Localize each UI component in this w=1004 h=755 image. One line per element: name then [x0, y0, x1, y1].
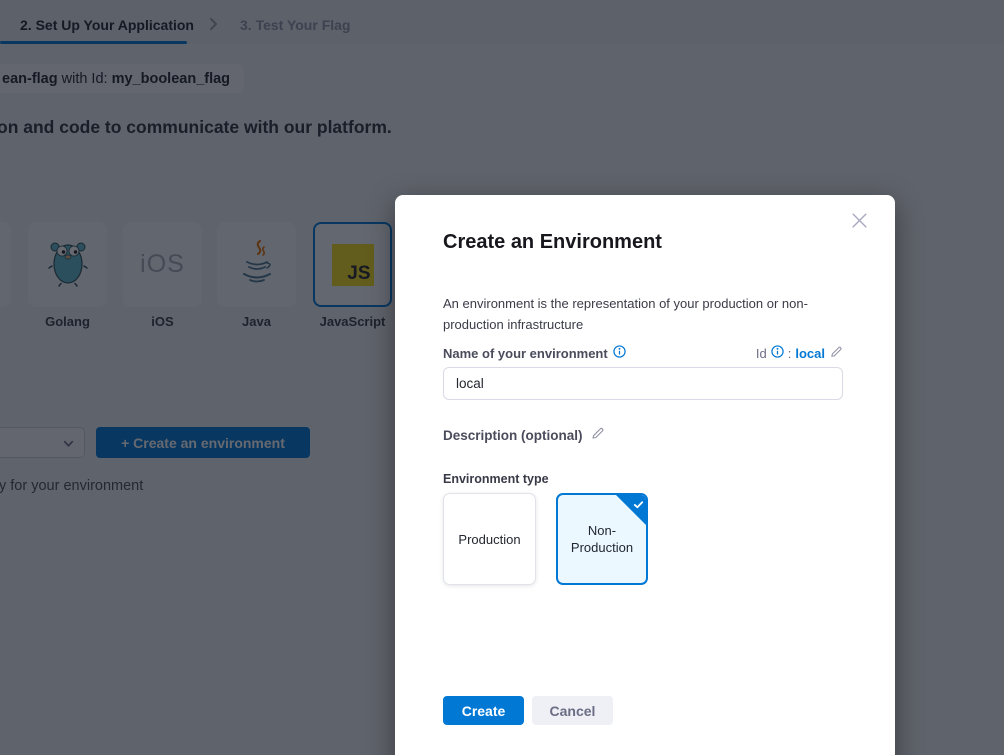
name-field-label: Name of your environment [443, 346, 608, 361]
modal-description: An environment is the representation of … [443, 293, 825, 335]
modal-title: Create an Environment [443, 231, 662, 254]
env-type-production-label: Production [454, 531, 526, 548]
environment-name-input[interactable] [443, 367, 843, 400]
edit-pencil-icon[interactable] [590, 426, 605, 444]
create-environment-modal: Create an Environment An environment is … [395, 195, 895, 755]
info-icon[interactable] [613, 345, 626, 361]
close-icon[interactable] [851, 212, 871, 232]
info-icon[interactable] [771, 345, 784, 361]
edit-pencil-icon[interactable] [829, 345, 843, 362]
id-label: Id [756, 346, 767, 361]
id-value-link[interactable]: local [795, 346, 825, 361]
id-separator: : [788, 346, 792, 361]
env-type-non-production-card[interactable]: Non-Production [556, 493, 648, 585]
env-type-production-card[interactable]: Production [443, 493, 536, 585]
description-optional-label: Description (optional) [443, 428, 583, 443]
app-window: 2. Set Up Your Application 3. Test Your … [0, 0, 1004, 755]
create-button[interactable]: Create [443, 696, 524, 725]
environment-type-label: Environment type [443, 472, 549, 486]
cancel-button[interactable]: Cancel [532, 696, 613, 725]
check-icon [633, 498, 644, 513]
env-type-non-production-label: Non-Production [566, 522, 638, 556]
